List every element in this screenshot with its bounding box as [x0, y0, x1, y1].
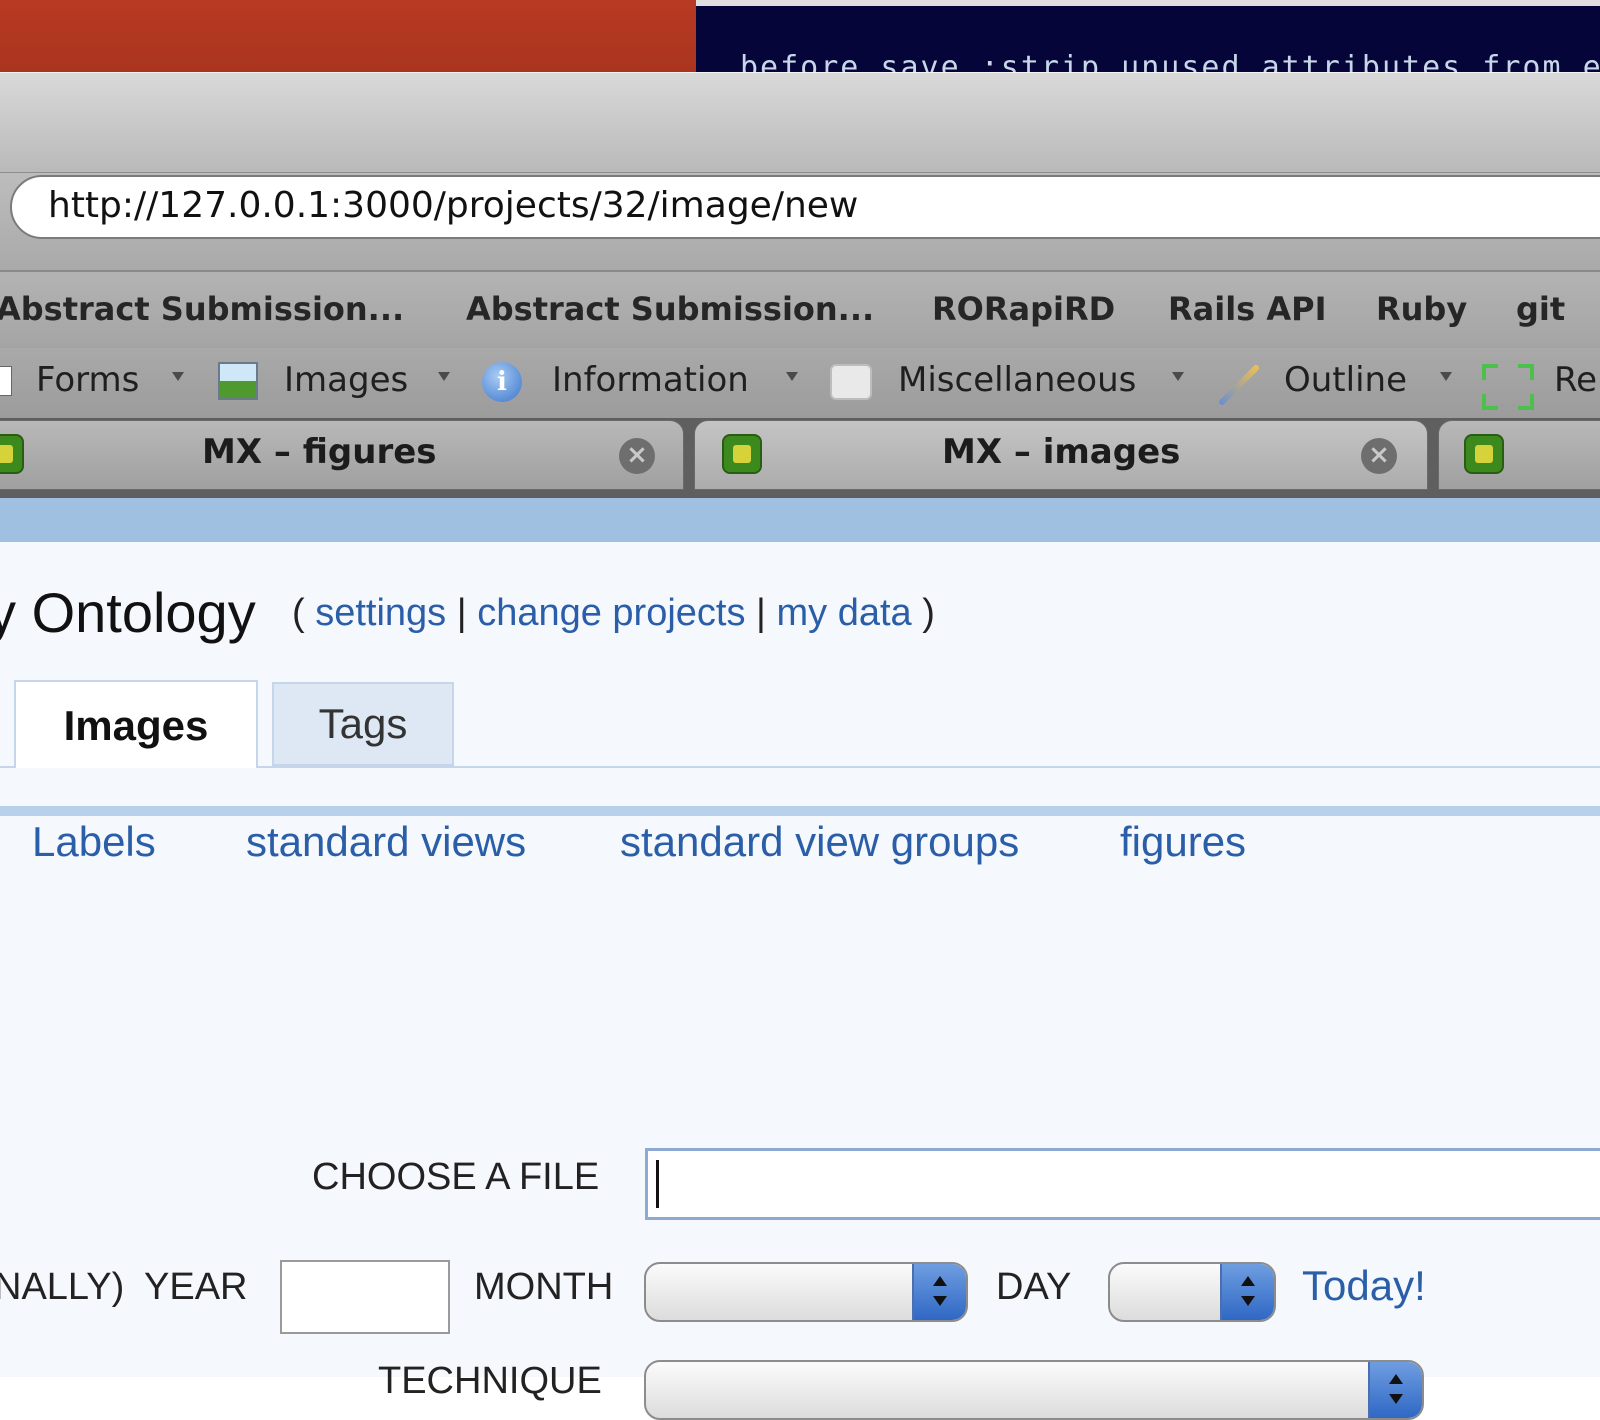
- page-header-band: [0, 498, 1600, 542]
- my-data-link[interactable]: my data: [776, 592, 911, 634]
- subnav-divider: [0, 806, 1600, 816]
- bookmark-item[interactable]: Abstract Submission...: [0, 290, 404, 328]
- close-icon[interactable]: ×: [1361, 438, 1397, 474]
- paren-close: ): [922, 592, 935, 634]
- page-body: [0, 542, 1600, 1377]
- chevron-down-icon: [172, 372, 184, 381]
- subnav-labels[interactable]: Labels: [32, 818, 156, 866]
- bookmark-item[interactable]: Ruby: [1376, 290, 1467, 328]
- toolbar-outline[interactable]: Outline: [1284, 360, 1407, 400]
- toolbar-resize[interactable]: Re: [1554, 360, 1597, 400]
- tab-images[interactable]: Images: [14, 680, 258, 768]
- resize-icon: [1482, 364, 1534, 410]
- page-title-prefix: y: [0, 581, 16, 644]
- app-favicon-icon: [1464, 434, 1504, 474]
- browser-tab[interactable]: [1438, 420, 1600, 490]
- toolbar-forms[interactable]: Forms: [36, 360, 139, 400]
- toolbar-information[interactable]: Information: [552, 360, 749, 400]
- day-select[interactable]: [1108, 1262, 1276, 1322]
- year-label: Year: [144, 1266, 248, 1308]
- settings-link[interactable]: settings: [315, 592, 446, 634]
- info-icon: i: [482, 362, 522, 402]
- page-title-text: Ontology: [31, 581, 256, 644]
- chevron-down-icon: [438, 372, 450, 381]
- chevron-down-icon: [1172, 372, 1184, 381]
- change-projects-link[interactable]: change projects: [477, 592, 745, 634]
- select-stepper-icon: [1220, 1264, 1274, 1320]
- page-title: y Ontology: [0, 580, 256, 645]
- url-field[interactable]: http://127.0.0.1:3000/projects/32/image/…: [10, 175, 1600, 239]
- bookmark-item[interactable]: Abstract Submission...: [466, 290, 874, 328]
- month-label: Month: [474, 1266, 614, 1308]
- app-favicon-icon: [0, 434, 24, 474]
- paren-open: (: [292, 592, 305, 634]
- toolbar-images[interactable]: Images: [284, 360, 408, 400]
- header-links: ( settings | change projects | my data ): [292, 592, 935, 635]
- subnav-standard-view-groups[interactable]: standard view groups: [620, 818, 1019, 866]
- bookmark-item[interactable]: RORapiRD: [932, 290, 1115, 328]
- text-cursor: [656, 1160, 659, 1208]
- year-input[interactable]: [280, 1260, 450, 1334]
- subnav-figures[interactable]: figures: [1120, 818, 1246, 866]
- select-stepper-icon: [1368, 1362, 1422, 1418]
- file-path-input[interactable]: [645, 1148, 1600, 1220]
- browser-tab-title: MX – images: [942, 432, 1181, 472]
- app-favicon-icon: [722, 434, 762, 474]
- toolbar-miscellaneous[interactable]: Miscellaneous: [898, 360, 1136, 400]
- month-select[interactable]: [644, 1262, 968, 1322]
- chevron-down-icon: [1440, 372, 1452, 381]
- technique-label: Technique: [378, 1360, 602, 1402]
- day-label: Day: [996, 1266, 1072, 1308]
- browser-tab-title: MX – figures: [202, 432, 437, 472]
- optionally-label: nally): [0, 1266, 125, 1308]
- browser-titlebar: [0, 72, 1600, 173]
- subnav-standard-views[interactable]: standard views: [246, 818, 526, 866]
- bookmark-item[interactable]: git: [1516, 290, 1565, 328]
- puzzle-icon: [830, 364, 872, 400]
- link-separator: |: [756, 592, 766, 634]
- technique-select[interactable]: [644, 1360, 1424, 1420]
- link-separator: |: [456, 592, 467, 634]
- form-icon: [0, 366, 12, 396]
- chevron-down-icon: [786, 372, 798, 381]
- bookmark-item[interactable]: Rails API: [1168, 290, 1326, 328]
- choose-file-label: Choose a file: [312, 1156, 600, 1198]
- desktop-background: [0, 0, 696, 82]
- tab-tags[interactable]: Tags: [272, 682, 454, 766]
- select-stepper-icon: [912, 1264, 966, 1320]
- image-icon: [218, 362, 258, 400]
- close-icon[interactable]: ×: [619, 438, 655, 474]
- today-link[interactable]: Today!: [1302, 1262, 1426, 1310]
